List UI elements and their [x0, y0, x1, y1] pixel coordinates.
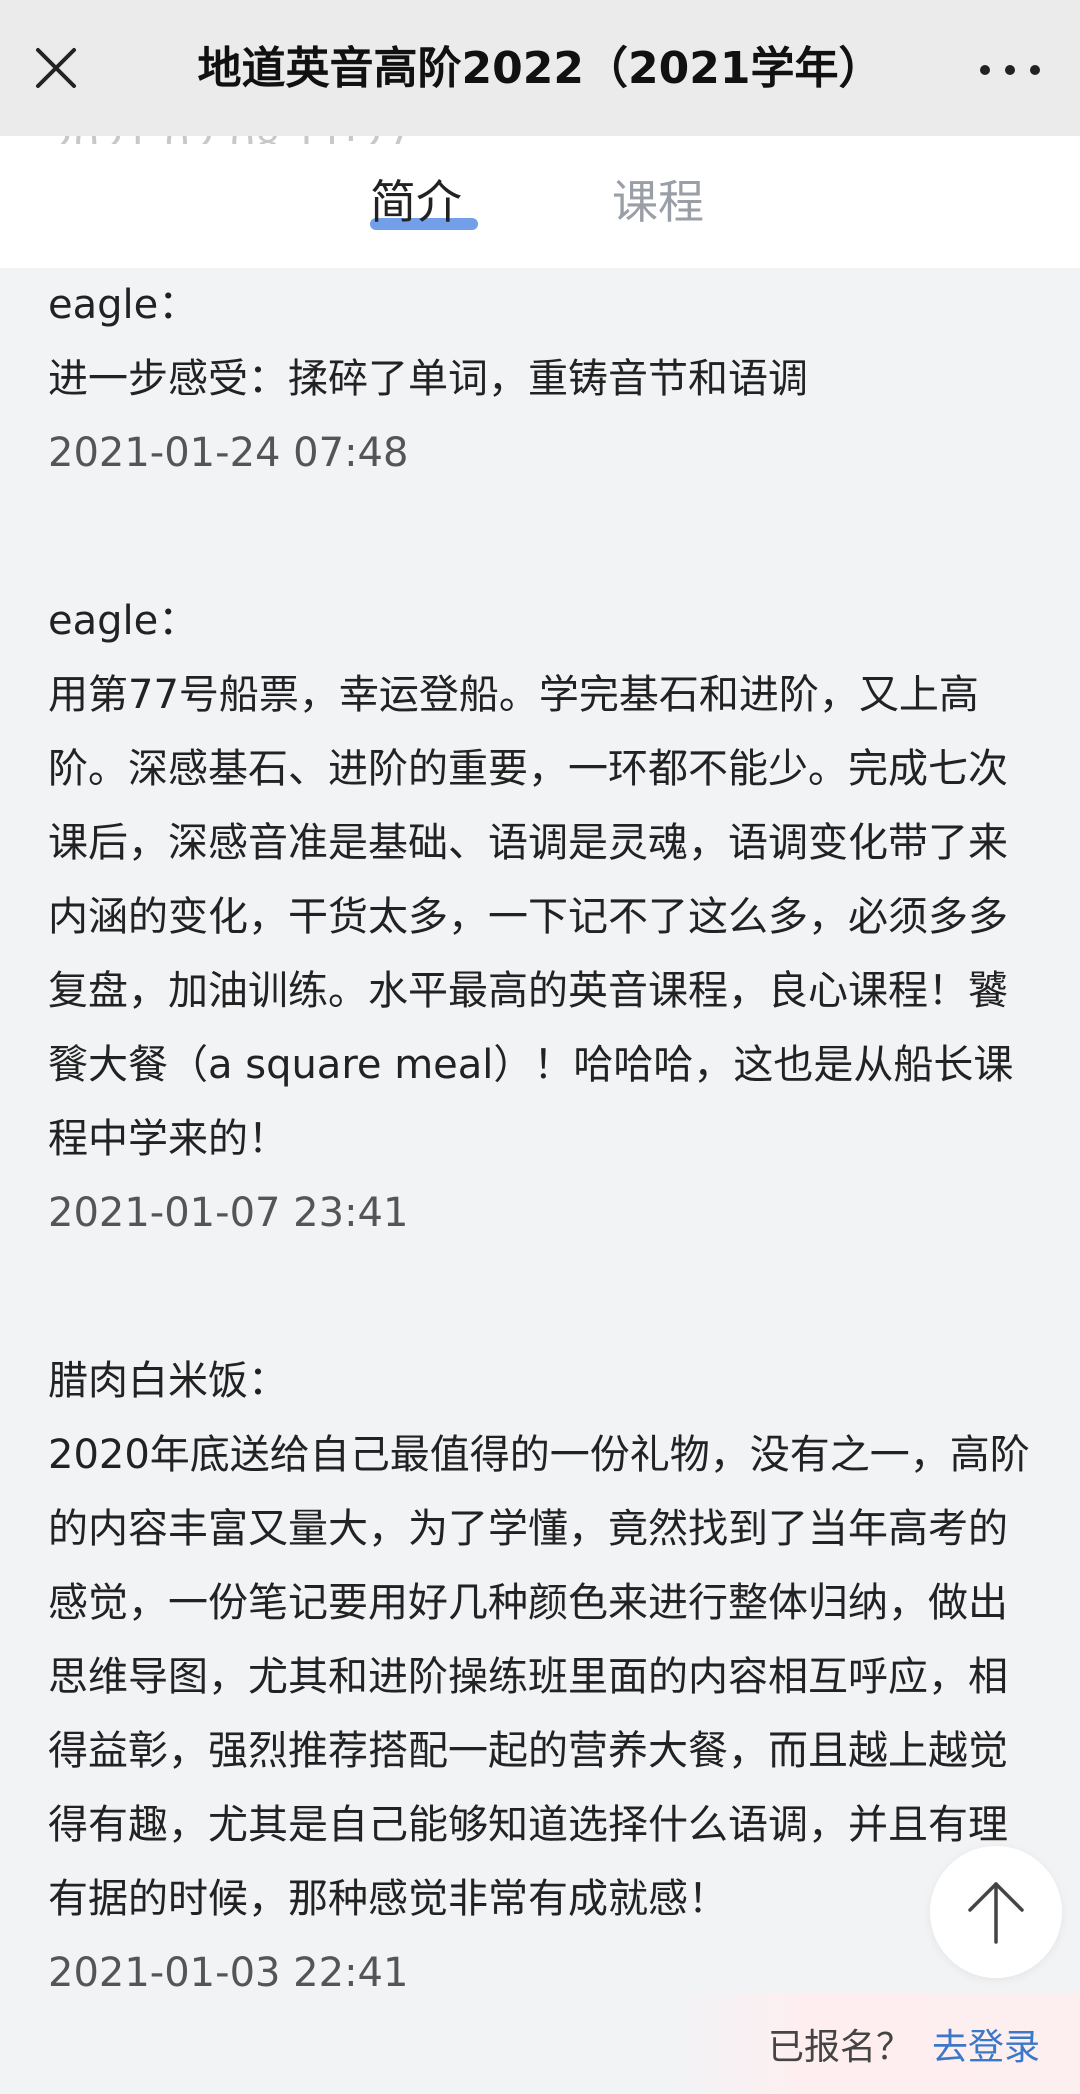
close-icon [36, 48, 76, 88]
login-link[interactable]: 去登录 [932, 2018, 1040, 2070]
comment-author: 腊肉白米饭： [48, 1358, 288, 1404]
tab-courses[interactable]: 课程 [612, 172, 704, 232]
login-question: 已报名？ [768, 2027, 913, 2068]
login-banner: 已报名？ 去登录 [680, 1994, 1080, 2094]
comment-list: eagle： 进一步感受：揉碎了单词，重铸音节和语调 2021-01-24 07… [48, 268, 1032, 2094]
page-title: 地道英音高阶2022（2021学年） [197, 43, 883, 94]
more-dot-icon [1005, 65, 1015, 75]
more-button[interactable] [980, 50, 1040, 90]
comment-text: 进一步感受：揉碎了单词，重铸音节和语调 [48, 356, 808, 402]
comment-item: eagle： 进一步感受：揉碎了单词，重铸音节和语调 2021-01-24 07… [48, 268, 1032, 490]
more-dot-icon [980, 65, 990, 75]
comment-item: eagle： 用第77号船票，幸运登船。学完基石和进阶，又上高阶。深感基石、进阶… [48, 584, 1032, 1250]
title-bar: 地道英音高阶2022（2021学年） [0, 0, 1080, 136]
tab-intro[interactable]: 简介 [370, 172, 462, 232]
comment-time: 2021-01-07 23:41 [48, 1190, 409, 1236]
comment-text: 2020年底送给自己最值得的一份礼物，没有之一，高阶的内容丰富又量大，为了学懂，… [48, 1432, 1030, 1922]
close-button[interactable] [28, 40, 84, 96]
comment-time: 2021-01-24 07:48 [48, 430, 409, 476]
arrow-up-icon [968, 1882, 1024, 1944]
comment-author: eagle： [48, 282, 199, 328]
more-dot-icon [1030, 65, 1040, 75]
scroll-to-top-button[interactable] [930, 1846, 1062, 1978]
comment-author: eagle： [48, 598, 199, 644]
comment-text: 用第77号船票，幸运登船。学完基石和进阶，又上高阶。深感基石、进阶的重要，一环都… [48, 672, 1014, 1162]
tab-bar: 简介 课程 [0, 136, 1080, 268]
comment-item: 腊肉白米饭： 2020年底送给自己最值得的一份礼物，没有之一，高阶的内容丰富又量… [48, 1344, 1032, 2010]
